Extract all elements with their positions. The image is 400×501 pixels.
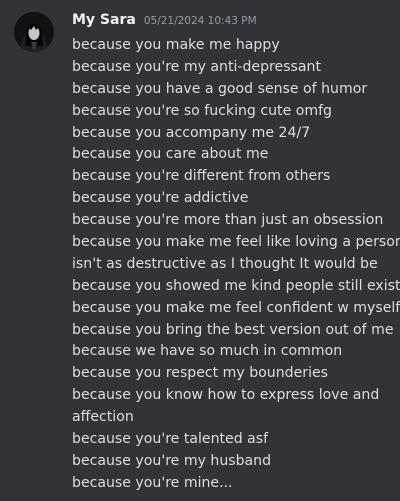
message-line: because you're my husband — [72, 452, 272, 469]
message-line: because you're my anti-depressant — [72, 58, 321, 75]
message-line: because you know how to express love and — [72, 387, 380, 404]
message-line: because you're different from others — [72, 168, 331, 185]
message-header: My Sara 05/21/2024 10:43 PM — [72, 12, 257, 32]
message-line: because we have so much in common — [72, 343, 343, 360]
message-line: because you're more than just an obsessi… — [72, 212, 384, 229]
message-line: isn't as destructive as I thought It wou… — [72, 255, 378, 272]
message-line: because you're addictive — [72, 190, 249, 207]
message-line: because you're talented asf — [72, 431, 269, 448]
message-line: because you make me happy — [72, 37, 280, 53]
message-line: because you make me feel like loving a p… — [72, 234, 400, 251]
message-line: because you're so fucking cute omfg — [72, 102, 332, 119]
message-line: because you showed me kind people still … — [72, 277, 400, 294]
message-line: because you care about me — [72, 146, 269, 163]
username[interactable]: My Sara — [72, 12, 136, 28]
chat-message: My Sara 05/21/2024 10:43 PM because you … — [0, 0, 400, 501]
message-line: affection — [72, 409, 134, 426]
avatar[interactable] — [14, 12, 54, 52]
message-line: because you accompany me 24/7 — [72, 124, 311, 141]
message-line: because you respect my bounderies — [72, 365, 328, 382]
avatar-image — [14, 12, 54, 52]
timestamp[interactable]: 05/21/2024 10:43 PM — [144, 15, 257, 27]
message-line: because you're mine... — [72, 474, 233, 491]
message-line: because you bring the best version out o… — [72, 321, 394, 338]
message-content: because you make me happy because you're… — [72, 35, 400, 495]
message-line: because you have a good sense of humor — [72, 80, 368, 97]
message-line: because you make me feel confident w mys… — [72, 299, 400, 316]
